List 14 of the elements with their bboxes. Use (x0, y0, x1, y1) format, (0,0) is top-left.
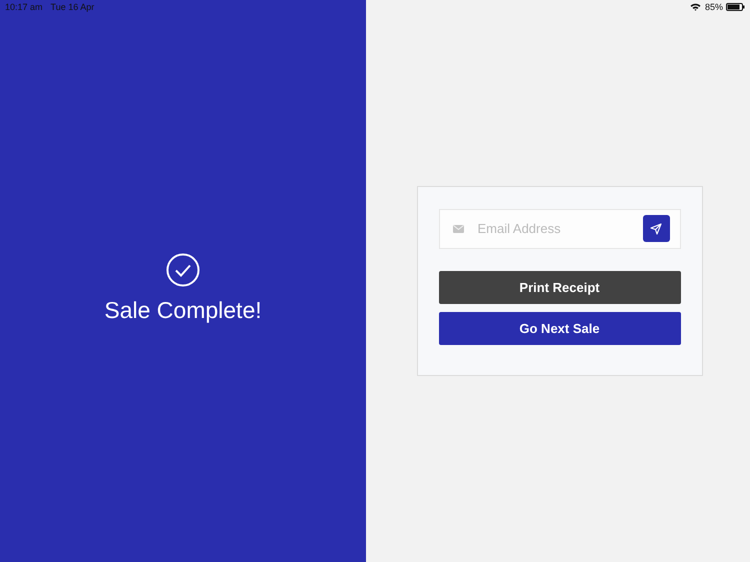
send-icon (650, 222, 662, 235)
status-time: 10:17 am (5, 2, 43, 12)
status-date: Tue 16 Apr (50, 2, 94, 12)
battery-percent: 85% (704, 2, 723, 12)
envelope-icon (452, 224, 464, 233)
print-receipt-button[interactable]: Print Receipt (438, 270, 680, 304)
sale-complete-title: Sale Complete! (104, 296, 262, 324)
email-field[interactable]: Email Address (438, 209, 680, 249)
send-button[interactable] (642, 215, 670, 242)
next-sale-button[interactable]: Go Next Sale (438, 312, 680, 345)
wifi-icon (690, 3, 701, 11)
email-input[interactable]: Email Address (476, 220, 630, 238)
battery-icon (726, 3, 745, 11)
check-circle-icon (166, 252, 200, 286)
